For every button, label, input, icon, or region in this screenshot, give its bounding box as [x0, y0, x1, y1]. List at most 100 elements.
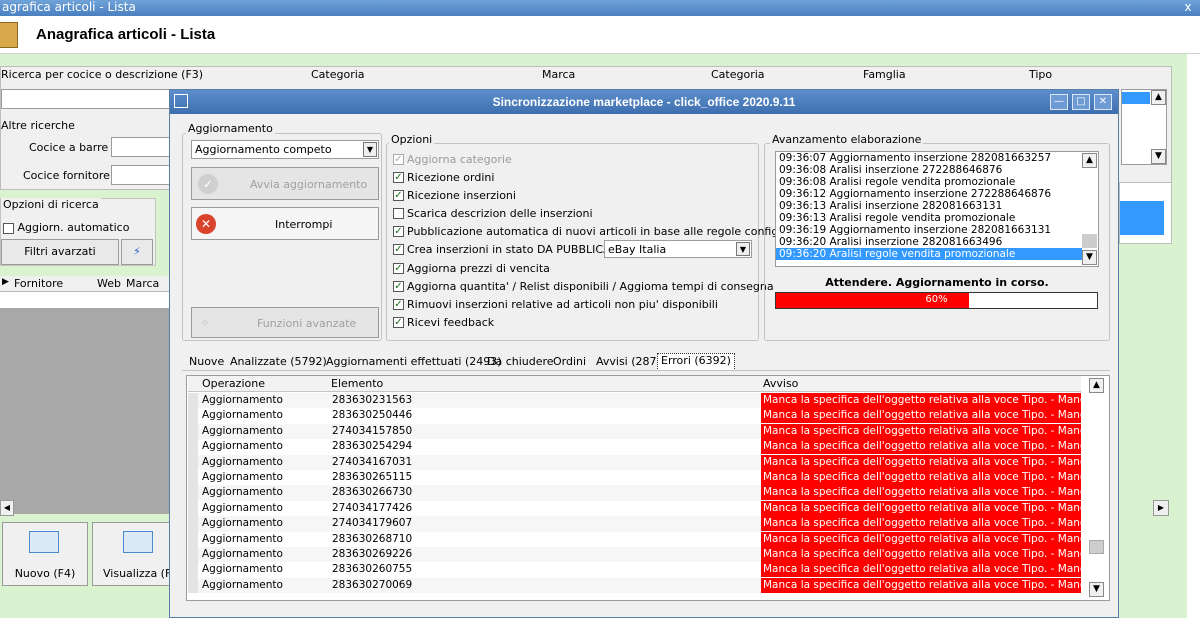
- row-selector[interactable]: [188, 531, 198, 547]
- row-selector[interactable]: [188, 439, 198, 455]
- option-pubblicazione-automatica[interactable]: ✓ Pubblicazione automatica di nuovi artic…: [393, 224, 808, 241]
- option-checkbox[interactable]: [393, 207, 404, 219]
- close-icon[interactable]: ✕: [1094, 94, 1112, 110]
- log-scroll-up[interactable]: ▲: [1082, 153, 1097, 168]
- row-selector[interactable]: [188, 485, 198, 501]
- funzioni-avanzate-button[interactable]: ✧ Funzioni avanzate: [191, 307, 379, 338]
- option-rimuovi-inserzioni[interactable]: ✓ Rimuovi inserzioni relative ad articoli…: [393, 297, 718, 314]
- row-selector[interactable]: [188, 470, 198, 486]
- visualizza-button[interactable]: Visualizza (F2): [92, 522, 183, 586]
- option-scarica-descrizioni[interactable]: Scarica descrizion delle inserzioni: [393, 206, 593, 223]
- row-selector[interactable]: [188, 393, 198, 409]
- tipo-list[interactable]: ▲ ▼: [1121, 89, 1167, 165]
- option-aggiorna-categorie[interactable]: ✓ Aggiorna categorie: [393, 152, 512, 169]
- table-row[interactable]: Aggiornamento 274034157850 Manca la specif…: [188, 423, 1081, 440]
- table-row[interactable]: Aggiornamento 274034167031 Manca la specif…: [188, 454, 1081, 470]
- tab-avvisi[interactable]: Avvisi (287): [596, 355, 661, 371]
- col-elemento[interactable]: Elemento: [331, 377, 383, 390]
- interrompi-button[interactable]: ✕ Interrompi: [191, 207, 379, 240]
- tipo-scroll-up[interactable]: ▲: [1151, 90, 1166, 105]
- option-checkbox[interactable]: ✓: [393, 280, 404, 292]
- chevron-down-icon[interactable]: ▼: [363, 142, 377, 157]
- option-checkbox[interactable]: ✓: [393, 189, 404, 201]
- row-selector[interactable]: [188, 547, 198, 563]
- row-selector[interactable]: [188, 562, 198, 578]
- update-type-select[interactable]: Aggiornamento competo ▼: [191, 140, 379, 159]
- right-list-selection[interactable]: [1120, 201, 1164, 235]
- tipo-selected-item[interactable]: [1122, 92, 1150, 104]
- col-marca[interactable]: Marca: [126, 277, 159, 290]
- outer-scroll-left[interactable]: ◀: [0, 500, 14, 516]
- table-row[interactable]: Aggiornamento 274034179607 Manca la specif…: [188, 516, 1081, 532]
- categoria-label: Categoria: [311, 68, 365, 81]
- option-checkbox[interactable]: ✓: [393, 262, 404, 274]
- table-row[interactable]: Aggiornamento 274034177426 Manca la specif…: [188, 500, 1081, 517]
- table-row[interactable]: Aggiornamento 283630269226 Manca la specif…: [188, 547, 1081, 563]
- cell-elemento: 274034179607: [332, 517, 413, 530]
- tab-nuove[interactable]: Nuove: [189, 355, 224, 371]
- table-row[interactable]: Aggiornamento 283630250446 Manca la specif…: [188, 408, 1081, 424]
- cell-operazione: Aggiornamento: [202, 440, 283, 453]
- cell-elemento: 283630265115: [332, 471, 413, 483]
- tab-ordini[interactable]: Ordini: [553, 355, 586, 371]
- barcode-input[interactable]: [111, 137, 171, 157]
- option-aggiorna-prezzi[interactable]: ✓ Aggiorna prezzi di vencita: [393, 261, 550, 278]
- search-input[interactable]: [1, 89, 171, 109]
- fornitore-code-input[interactable]: [111, 165, 171, 185]
- tipo-scroll-down[interactable]: ▼: [1151, 149, 1166, 164]
- tab-da-chiudere[interactable]: Da chiudere: [487, 355, 554, 371]
- col-operazione[interactable]: Operazione: [202, 377, 265, 390]
- grid-scroll-thumb[interactable]: [1089, 540, 1104, 554]
- tab-errori[interactable]: Errori (6392): [657, 353, 735, 371]
- option-checkbox[interactable]: ✓: [393, 225, 404, 237]
- tab-analizzate[interactable]: Analizzate (5792): [230, 355, 327, 371]
- log-scroll-thumb[interactable]: [1082, 234, 1097, 248]
- aggiorn-automatico-checkbox[interactable]: Aggiorn. automatico: [3, 221, 129, 234]
- option-checkbox[interactable]: ✓: [393, 171, 404, 183]
- table-row[interactable]: Aggiornamento 283630266730 Manca la specif…: [188, 485, 1081, 501]
- filtri-avanzati-button[interactable]: Filtri avarzati: [1, 239, 119, 265]
- row-selector[interactable]: [188, 408, 198, 424]
- option-crea-inserzioni[interactable]: ✓ Crea inserzioni in stato DA PUBBLICARE: [393, 242, 625, 259]
- option-checkbox[interactable]: ✓: [393, 243, 404, 255]
- col-web[interactable]: Web: [97, 277, 121, 290]
- lightning-icon[interactable]: ⚡: [121, 239, 153, 265]
- nuovo-button[interactable]: Nuovo (F4): [2, 522, 88, 586]
- tab-aggiornamenti[interactable]: Aggiornamenti effettuati (2493): [326, 355, 502, 371]
- maximize-icon[interactable]: □: [1072, 94, 1090, 110]
- grid-scroll-down[interactable]: ▼: [1089, 582, 1104, 597]
- table-row[interactable]: Aggiornamento 283630265115 Manca la specif…: [188, 470, 1081, 486]
- chevron-down-icon[interactable]: ▼: [736, 242, 750, 256]
- option-aggiorna-quantita[interactable]: ✓ Aggiorna quantita' / Relist disponibili…: [393, 279, 774, 296]
- table-row[interactable]: Aggiornamento 283630231563 Manca la specif…: [188, 393, 1081, 409]
- option-ricevi-feedback[interactable]: ✓ Ricevi feedback: [393, 315, 494, 332]
- option-checkbox[interactable]: ✓: [393, 153, 404, 165]
- grid-scroll-up[interactable]: ▲: [1089, 378, 1104, 393]
- outer-scroll-right[interactable]: ▶: [1153, 500, 1169, 516]
- row-selector[interactable]: [188, 500, 198, 517]
- log-scroll-down[interactable]: ▼: [1082, 250, 1097, 265]
- row-selector[interactable]: [188, 454, 198, 470]
- col-fornitore[interactable]: Fornitore: [14, 277, 63, 290]
- table-row[interactable]: Aggiornamento 283630254294 Manca la specif…: [188, 439, 1081, 455]
- row-selector[interactable]: [188, 423, 198, 440]
- minimize-icon[interactable]: —: [1050, 94, 1068, 110]
- table-row[interactable]: Aggiornamento 283630270069 Manca la specif…: [188, 577, 1081, 594]
- table-row[interactable]: Aggiornamento 283630260755 Manca la specif…: [188, 562, 1081, 578]
- aggiorn-checkbox-box[interactable]: [3, 222, 14, 234]
- row-selector[interactable]: [188, 516, 198, 532]
- option-checkbox[interactable]: ✓: [393, 316, 404, 328]
- log-line: 09:36:08 Aralisi regole vendita promozio…: [779, 176, 1016, 188]
- marketplace-select[interactable]: eBay Italia ▼: [604, 240, 752, 258]
- log-line: 09:36:08 Aralisi inserzione 272288646876: [779, 164, 1003, 176]
- outer-close-button[interactable]: x: [1180, 0, 1196, 14]
- outer-grid-row[interactable]: [0, 292, 172, 308]
- table-row[interactable]: Aggiornamento 283630268710 Manca la specif…: [188, 531, 1081, 547]
- log-list[interactable]: 09:36:07 Aggiornamento inserzione 282081…: [775, 151, 1099, 267]
- option-checkbox[interactable]: ✓: [393, 298, 404, 310]
- avvia-aggiornamento-button[interactable]: ✓ Avvia aggiornamento: [191, 167, 379, 200]
- option-ricezione-inserzioni[interactable]: ✓ Ricezione inserzioni: [393, 188, 516, 205]
- option-ricezione-ordini[interactable]: ✓ Ricezione ordini: [393, 170, 494, 187]
- col-avviso[interactable]: Avviso: [763, 377, 798, 390]
- row-selector[interactable]: [188, 577, 198, 594]
